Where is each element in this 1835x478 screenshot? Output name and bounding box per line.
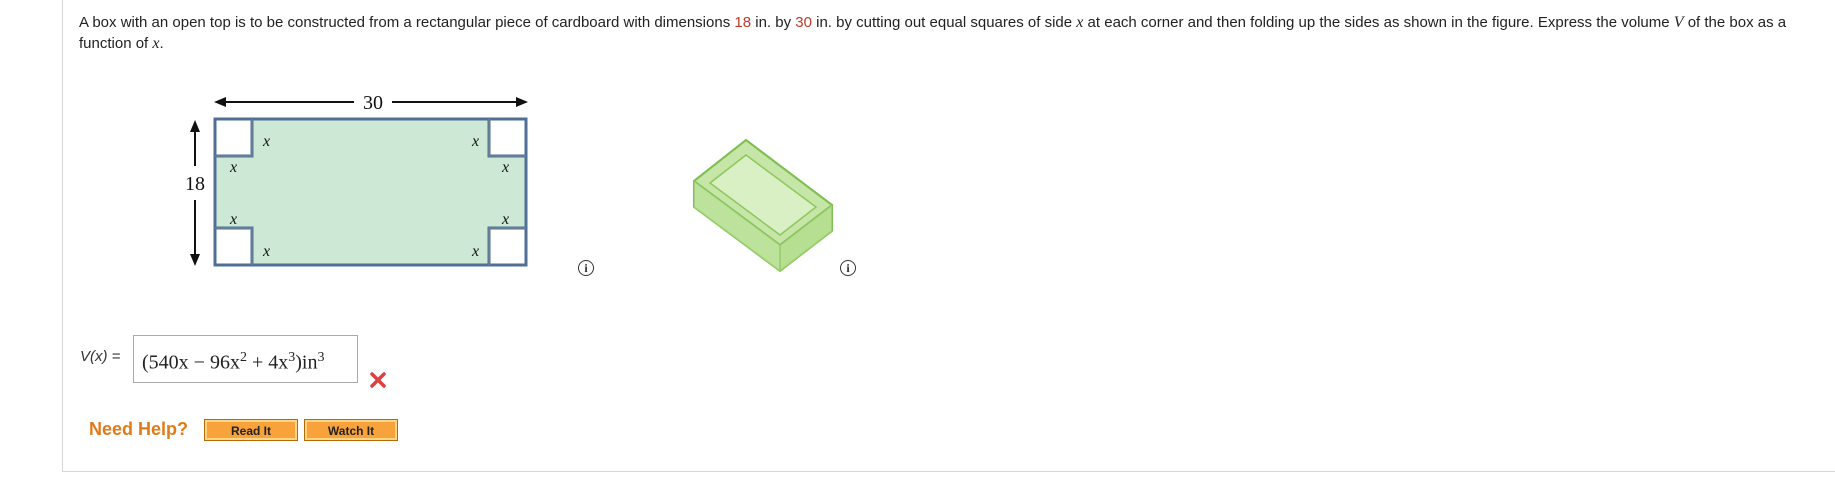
corner-square-top-right bbox=[487, 117, 528, 158]
dimension-18: 18 bbox=[734, 14, 752, 31]
read-it-button[interactable]: Read It bbox=[204, 419, 298, 441]
watch-it-button[interactable]: Watch It bbox=[304, 419, 398, 441]
x-label-tl-below: x bbox=[229, 159, 237, 176]
width-label: 30 bbox=[363, 92, 383, 114]
answer-label: V(x) = bbox=[80, 348, 121, 365]
x-label-br-left: x bbox=[471, 243, 479, 260]
x-label-bl-above: x bbox=[229, 211, 237, 228]
question-text: A box with an open top is to be construc… bbox=[79, 14, 1787, 52]
corner-square-top-left bbox=[213, 117, 254, 158]
info-icon[interactable]: i bbox=[840, 260, 856, 276]
x-label-bl-right: x bbox=[262, 243, 270, 260]
need-help-label: Need Help? bbox=[89, 419, 189, 439]
corner-square-bottom-right bbox=[487, 226, 528, 267]
incorrect-x-icon bbox=[370, 372, 386, 388]
x-label-tr-below: x bbox=[501, 159, 509, 176]
open-box-figure bbox=[693, 138, 834, 273]
dimension-30: 30 bbox=[795, 14, 812, 31]
x-label-tr-left: x bbox=[471, 133, 479, 150]
info-icon[interactable]: i bbox=[578, 260, 594, 276]
corner-square-bottom-left bbox=[213, 226, 254, 267]
x-label-br-above: x bbox=[501, 211, 509, 228]
cardboard-figure: 30 18 x x x x x x x x bbox=[185, 92, 528, 267]
height-label: 18 bbox=[185, 173, 205, 195]
x-label-tl-right: x bbox=[262, 133, 270, 150]
answer-input[interactable]: (540x − 96x2 + 4x3)in3 bbox=[133, 335, 358, 383]
cardboard-sheet bbox=[213, 117, 528, 267]
